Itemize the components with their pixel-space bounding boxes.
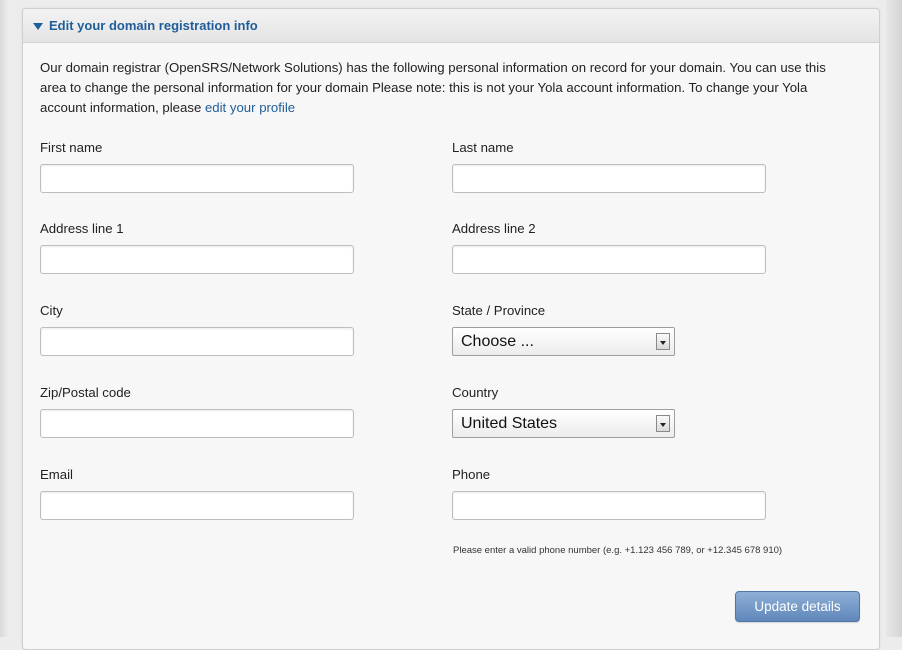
email-field[interactable]	[40, 491, 354, 520]
city-group: City	[40, 303, 354, 356]
panel-header-toggle[interactable]: Edit your domain registration info	[23, 9, 879, 43]
phone-group: Phone	[452, 467, 766, 520]
country-select[interactable]: United States	[452, 409, 675, 438]
triangle-down-icon	[33, 22, 43, 30]
city-label: City	[40, 303, 63, 318]
address-line-1-group: Address line 1	[40, 221, 354, 274]
chevron-down-icon	[656, 333, 670, 350]
phone-field[interactable]	[452, 491, 766, 520]
last-name-group: Last name	[452, 140, 766, 193]
address-line-2-label: Address line 2	[452, 221, 536, 236]
first-name-label: First name	[40, 140, 103, 155]
phone-label: Phone	[452, 467, 491, 482]
state-group: State / Province Choose ...	[452, 303, 675, 356]
city-field[interactable]	[40, 327, 354, 356]
page-left-edge	[0, 0, 10, 637]
email-group: Email	[40, 467, 354, 520]
chevron-down-icon	[656, 415, 670, 432]
panel-title: Edit your domain registration info	[49, 18, 258, 33]
update-details-button[interactable]: Update details	[735, 591, 860, 622]
country-selected-value: United States	[461, 414, 558, 432]
last-name-label: Last name	[452, 140, 514, 155]
address-line-1-label: Address line 1	[40, 221, 124, 236]
zip-group: Zip/Postal code	[40, 385, 354, 438]
zip-label: Zip/Postal code	[40, 385, 131, 400]
page-scrollbar[interactable]	[886, 0, 902, 637]
state-label: State / Province	[452, 303, 546, 318]
state-selected-value: Choose ...	[461, 332, 534, 350]
country-group: Country United States	[452, 385, 675, 438]
first-name-field[interactable]	[40, 164, 354, 193]
edit-profile-link[interactable]: edit your profile	[205, 100, 295, 115]
state-select[interactable]: Choose ...	[452, 327, 675, 356]
first-name-group: First name	[40, 140, 354, 193]
zip-field[interactable]	[40, 409, 354, 438]
phone-help-text: Please enter a valid phone number (e.g. …	[453, 545, 783, 556]
domain-registration-panel: Edit your domain registration info Our d…	[22, 8, 880, 650]
intro-text: Our domain registrar (OpenSRS/Network So…	[40, 60, 826, 115]
last-name-field[interactable]	[452, 164, 766, 193]
address-line-2-group: Address line 2	[452, 221, 766, 274]
country-label: Country	[452, 385, 499, 400]
address-line-1-field[interactable]	[40, 245, 354, 274]
email-label: Email	[40, 467, 73, 482]
address-line-2-field[interactable]	[452, 245, 766, 274]
intro-paragraph: Our domain registrar (OpenSRS/Network So…	[40, 58, 855, 118]
